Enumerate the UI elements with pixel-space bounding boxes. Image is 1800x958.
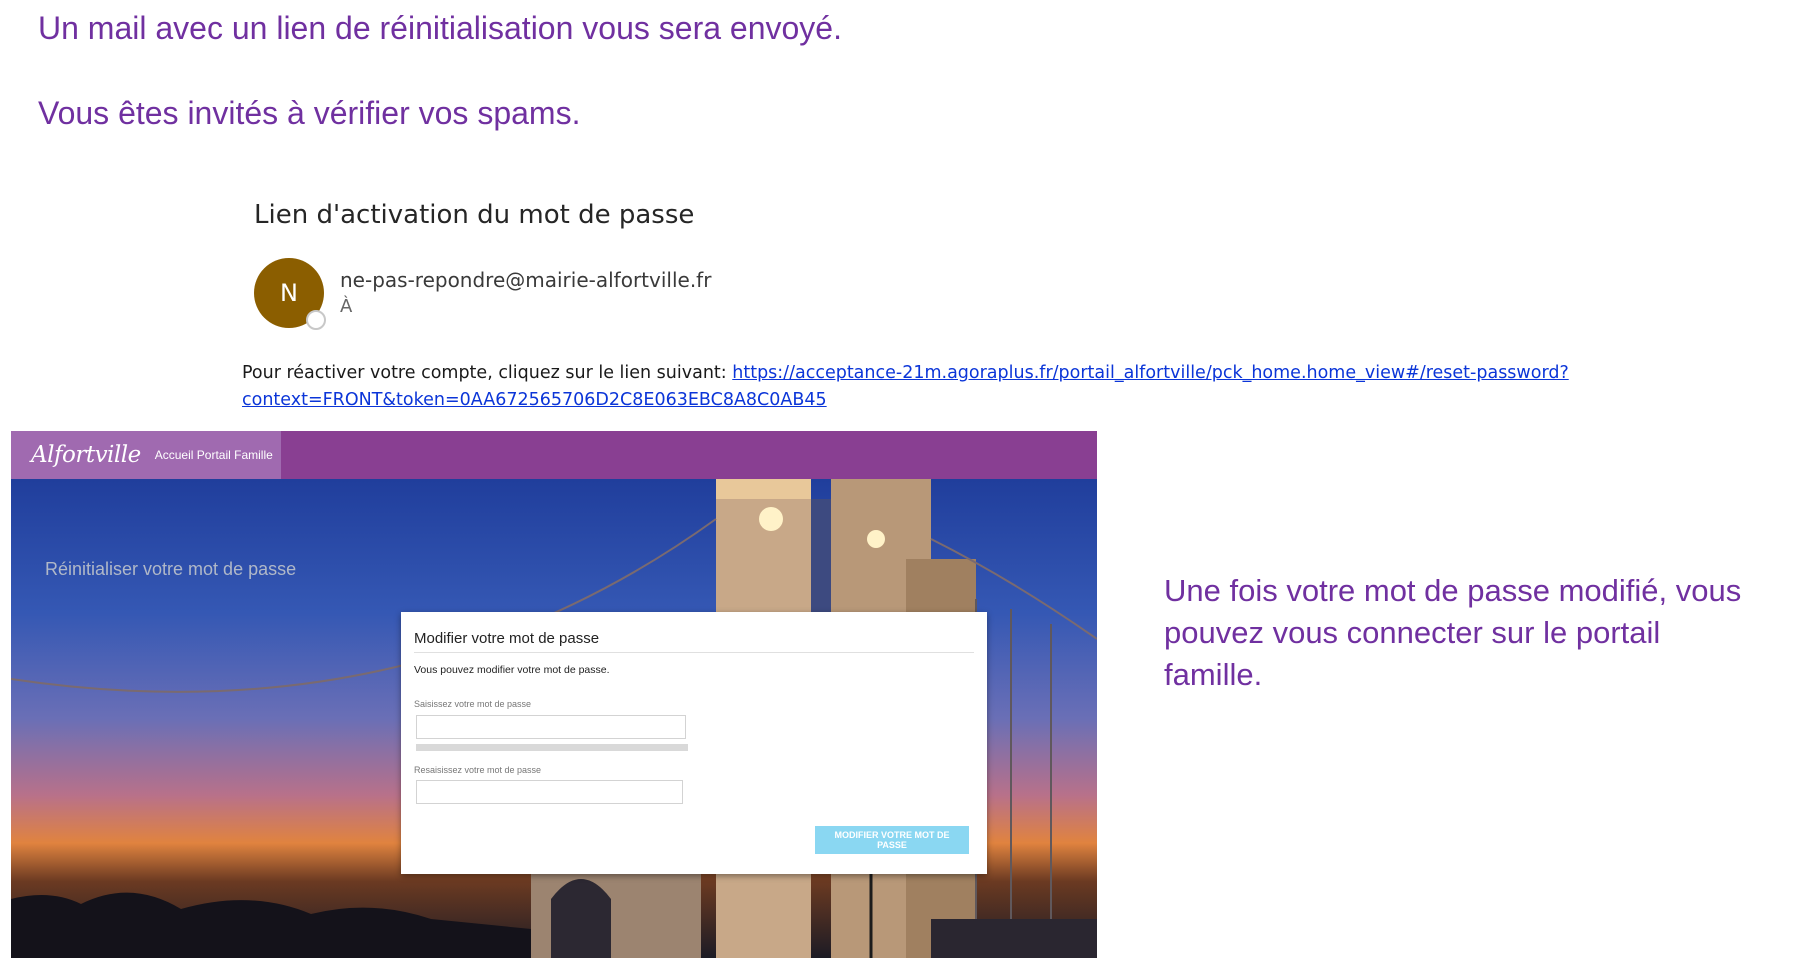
email-recipient-label: À [340,296,353,317]
portal-home-link[interactable]: Accueil Portail Famille [155,448,273,462]
confirm-password-label: Resaisissez votre mot de passe [414,765,542,775]
dialog-description: Vous pouvez modifier votre mot de passe. [414,664,610,676]
email-subject: Lien d'activation du mot de passe [254,200,695,230]
change-password-button[interactable]: MODIFIER VOTRE MOT DE PASSE [815,826,969,854]
portal-header: Alfortville Accueil Portail Famille [11,431,1097,479]
bridge-background-image: Réinitialiser votre mot de passe Modifie… [11,479,1097,958]
dialog-title: Modifier votre mot de passe [414,630,600,647]
dialog-divider [414,652,974,653]
intro-line-email-sent: Un mail avec un lien de réinitialisation… [38,10,842,46]
email-body-text: Pour réactiver votre compte, cliquez sur… [242,363,733,383]
outro-text: Une fois votre mot de passe modifié, vou… [1164,573,1742,692]
alfortville-logo: Alfortville [31,442,141,468]
confirm-password-input[interactable] [416,780,683,804]
presence-status-icon [306,310,326,330]
avatar-initial: N [280,279,298,307]
intro-line-check-spam: Vous êtes invités à vérifier vos spams. [38,95,581,131]
email-body: Pour réactiver votre compte, cliquez sur… [242,360,1642,414]
email-sender: ne-pas-repondre@mairie-alfortville.fr [340,268,712,292]
reset-password-heading: Réinitialiser votre mot de passe [45,559,297,579]
new-password-input[interactable] [416,715,686,739]
change-password-dialog: Modifier votre mot de passe Vous pouvez … [401,612,987,874]
password-strength-bar [416,744,688,751]
portal-screenshot: Alfortville Accueil Portail Famille Réin… [11,431,1097,958]
new-password-label: Saisissez votre mot de passe [414,699,532,709]
sender-avatar: N [254,258,326,330]
portal-brand[interactable]: Alfortville Accueil Portail Famille [11,431,281,479]
